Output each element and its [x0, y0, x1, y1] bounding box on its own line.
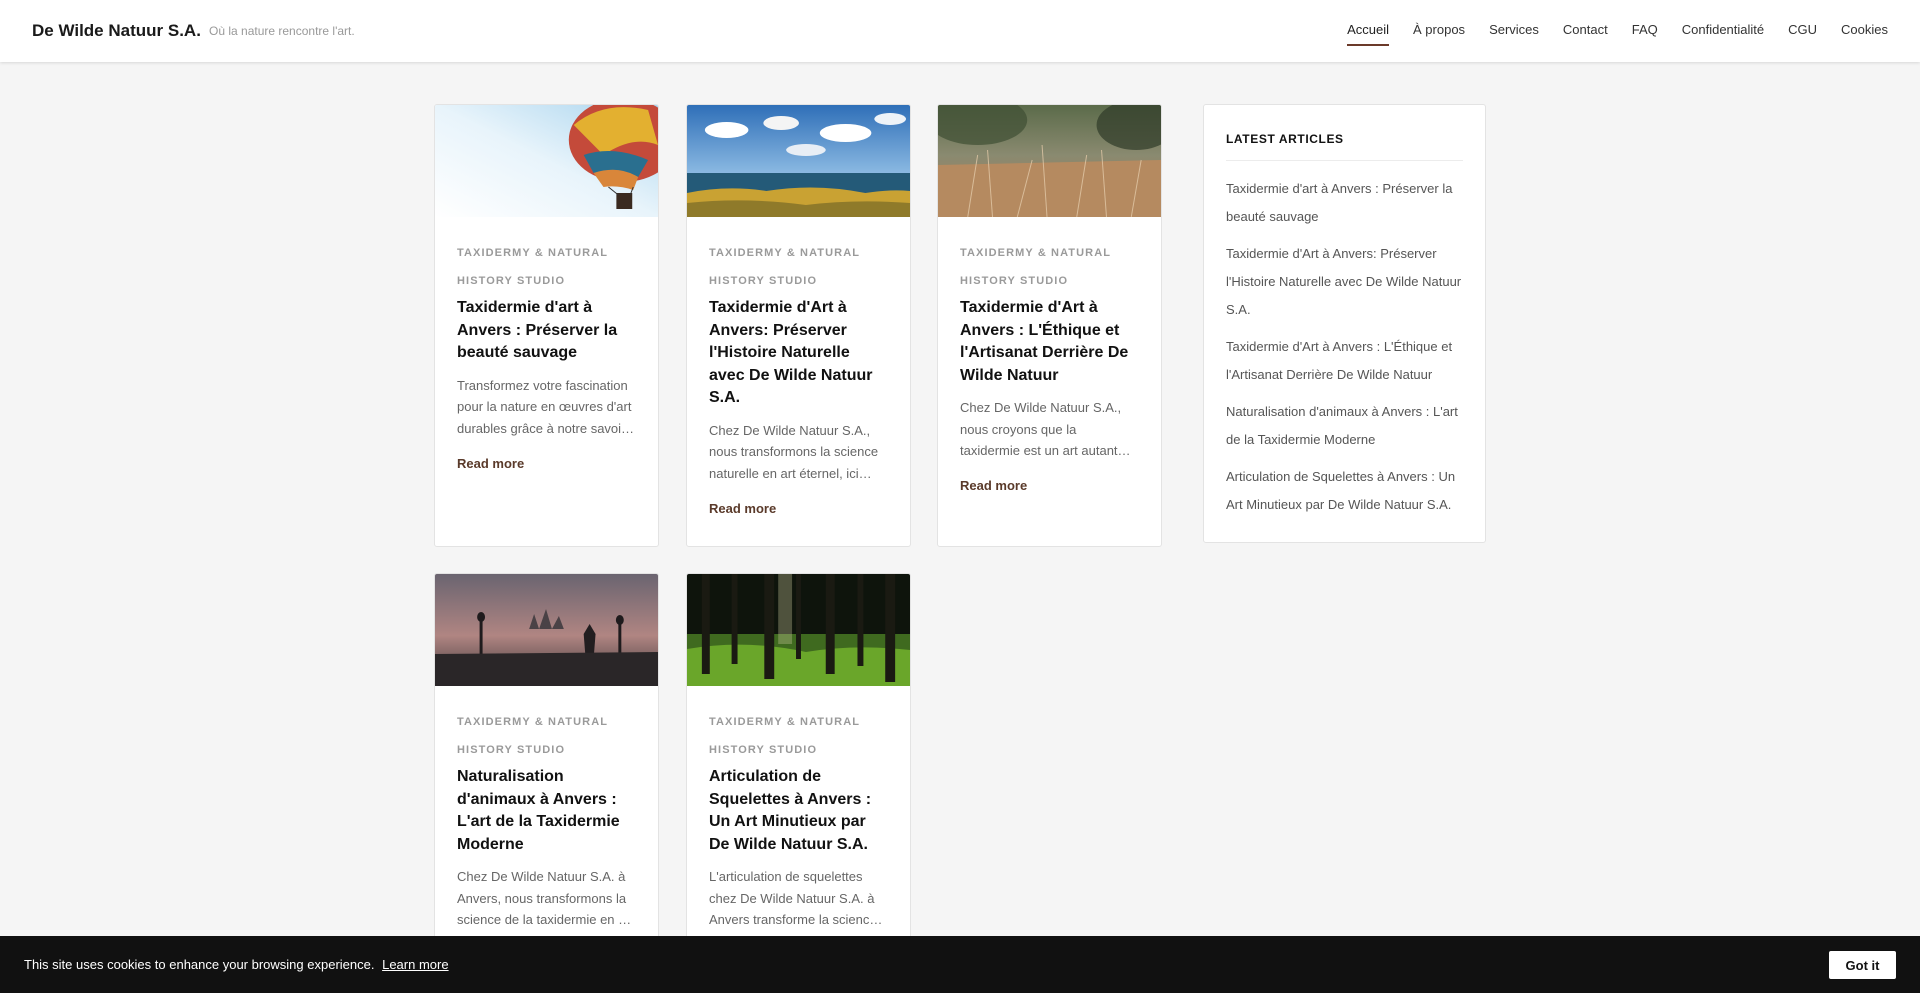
cookie-text: This site uses cookies to enhance your b… [24, 957, 375, 972]
article-card[interactable]: TAXIDERMY & NATURAL HISTORY STUDIO Taxid… [937, 104, 1162, 547]
article-category: TAXIDERMY & NATURAL HISTORY STUDIO [709, 247, 860, 287]
nav-a-propos[interactable]: À propos [1413, 0, 1465, 46]
article-title[interactable]: Taxidermie d'art à Anvers : Préserver la… [457, 297, 636, 365]
article-card[interactable]: TAXIDERMY & NATURAL HISTORY STUDIO Taxid… [686, 104, 911, 547]
article-category: TAXIDERMY & NATURAL HISTORY STUDIO [457, 247, 608, 287]
learn-more-link[interactable]: Learn more [382, 957, 448, 972]
forest-image[interactable] [687, 574, 910, 686]
nav-cookies[interactable]: Cookies [1841, 0, 1888, 46]
article-excerpt: L'articulation de squelettes chez De Wil… [709, 869, 883, 927]
nav-services[interactable]: Services [1489, 0, 1539, 46]
nav-cgu[interactable]: CGU [1788, 0, 1817, 46]
article-card[interactable]: TAXIDERMY & NATURAL HISTORY STUDIO Taxid… [434, 104, 659, 547]
got-it-button[interactable]: Got it [1829, 951, 1896, 979]
cookie-message: This site uses cookies to enhance your b… [24, 957, 449, 972]
nav-faq[interactable]: FAQ [1632, 0, 1658, 46]
site-header: De Wilde Natuur S.A. Où la nature rencon… [0, 0, 1920, 62]
article-title[interactable]: Taxidermie d'Art à Anvers: Préserver l'H… [709, 297, 888, 410]
sidebar-title: LATEST ARTICLES [1226, 132, 1463, 161]
article-category: TAXIDERMY & NATURAL HISTORY STUDIO [960, 247, 1111, 287]
article-card[interactable]: TAXIDERMY & NATURAL HISTORY STUDIO Natur… [434, 573, 659, 973]
site-brand[interactable]: De Wilde Natuur S.A. [32, 21, 201, 41]
latest-article-link[interactable]: Taxidermie d'Art à Anvers : L'Éthique et… [1226, 333, 1463, 389]
article-title[interactable]: Taxidermie d'Art à Anvers : L'Éthique et… [960, 297, 1139, 387]
hot-air-balloon-image[interactable] [435, 105, 658, 217]
article-category: TAXIDERMY & NATURAL HISTORY STUDIO [709, 716, 860, 756]
site-tagline: Où la nature rencontre l'art. [209, 24, 355, 38]
nav-contact[interactable]: Contact [1563, 0, 1608, 46]
article-title[interactable]: Articulation de Squelettes à Anvers : Un… [709, 766, 888, 856]
read-more-link[interactable]: Read more [709, 501, 776, 516]
article-excerpt: Transformez votre fascination pour la na… [457, 377, 635, 436]
nav-confidentialite[interactable]: Confidentialité [1682, 0, 1764, 46]
latest-article-link[interactable]: Taxidermie d'art à Anvers : Préserver la… [1226, 175, 1463, 231]
read-more-link[interactable]: Read more [457, 456, 524, 471]
latest-articles-sidebar: LATEST ARTICLES Taxidermie d'art à Anver… [1203, 104, 1486, 543]
article-card[interactable]: TAXIDERMY & NATURAL HISTORY STUDIO Artic… [686, 573, 911, 973]
latest-article-link[interactable]: Taxidermie d'Art à Anvers: Préserver l'H… [1226, 240, 1463, 324]
latest-article-link[interactable]: Naturalisation d'animaux à Anvers : L'ar… [1226, 398, 1463, 454]
seaside-grass-image[interactable] [687, 105, 910, 217]
article-title[interactable]: Naturalisation d'animaux à Anvers : L'ar… [457, 766, 636, 856]
dry-grass-image[interactable] [938, 105, 1161, 217]
article-category: TAXIDERMY & NATURAL HISTORY STUDIO [457, 716, 608, 756]
read-more-link[interactable]: Read more [960, 478, 1027, 493]
main-nav: Accueil À propos Services Contact FAQ Co… [1323, 0, 1888, 62]
bridge-dusk-image[interactable] [435, 574, 658, 686]
article-excerpt: Chez De Wilde Natuur S.A., nous transfor… [709, 422, 879, 481]
latest-articles-list: Taxidermie d'art à Anvers : Préserver la… [1226, 175, 1463, 519]
latest-article-link[interactable]: Articulation de Squelettes à Anvers : Un… [1226, 463, 1463, 519]
cookie-banner: This site uses cookies to enhance your b… [0, 936, 1920, 993]
article-excerpt: Chez De Wilde Natuur S.A. à Anvers, nous… [457, 869, 632, 927]
article-excerpt: Chez De Wilde Natuur S.A., nous croyons … [960, 400, 1131, 458]
nav-accueil[interactable]: Accueil [1347, 0, 1390, 46]
